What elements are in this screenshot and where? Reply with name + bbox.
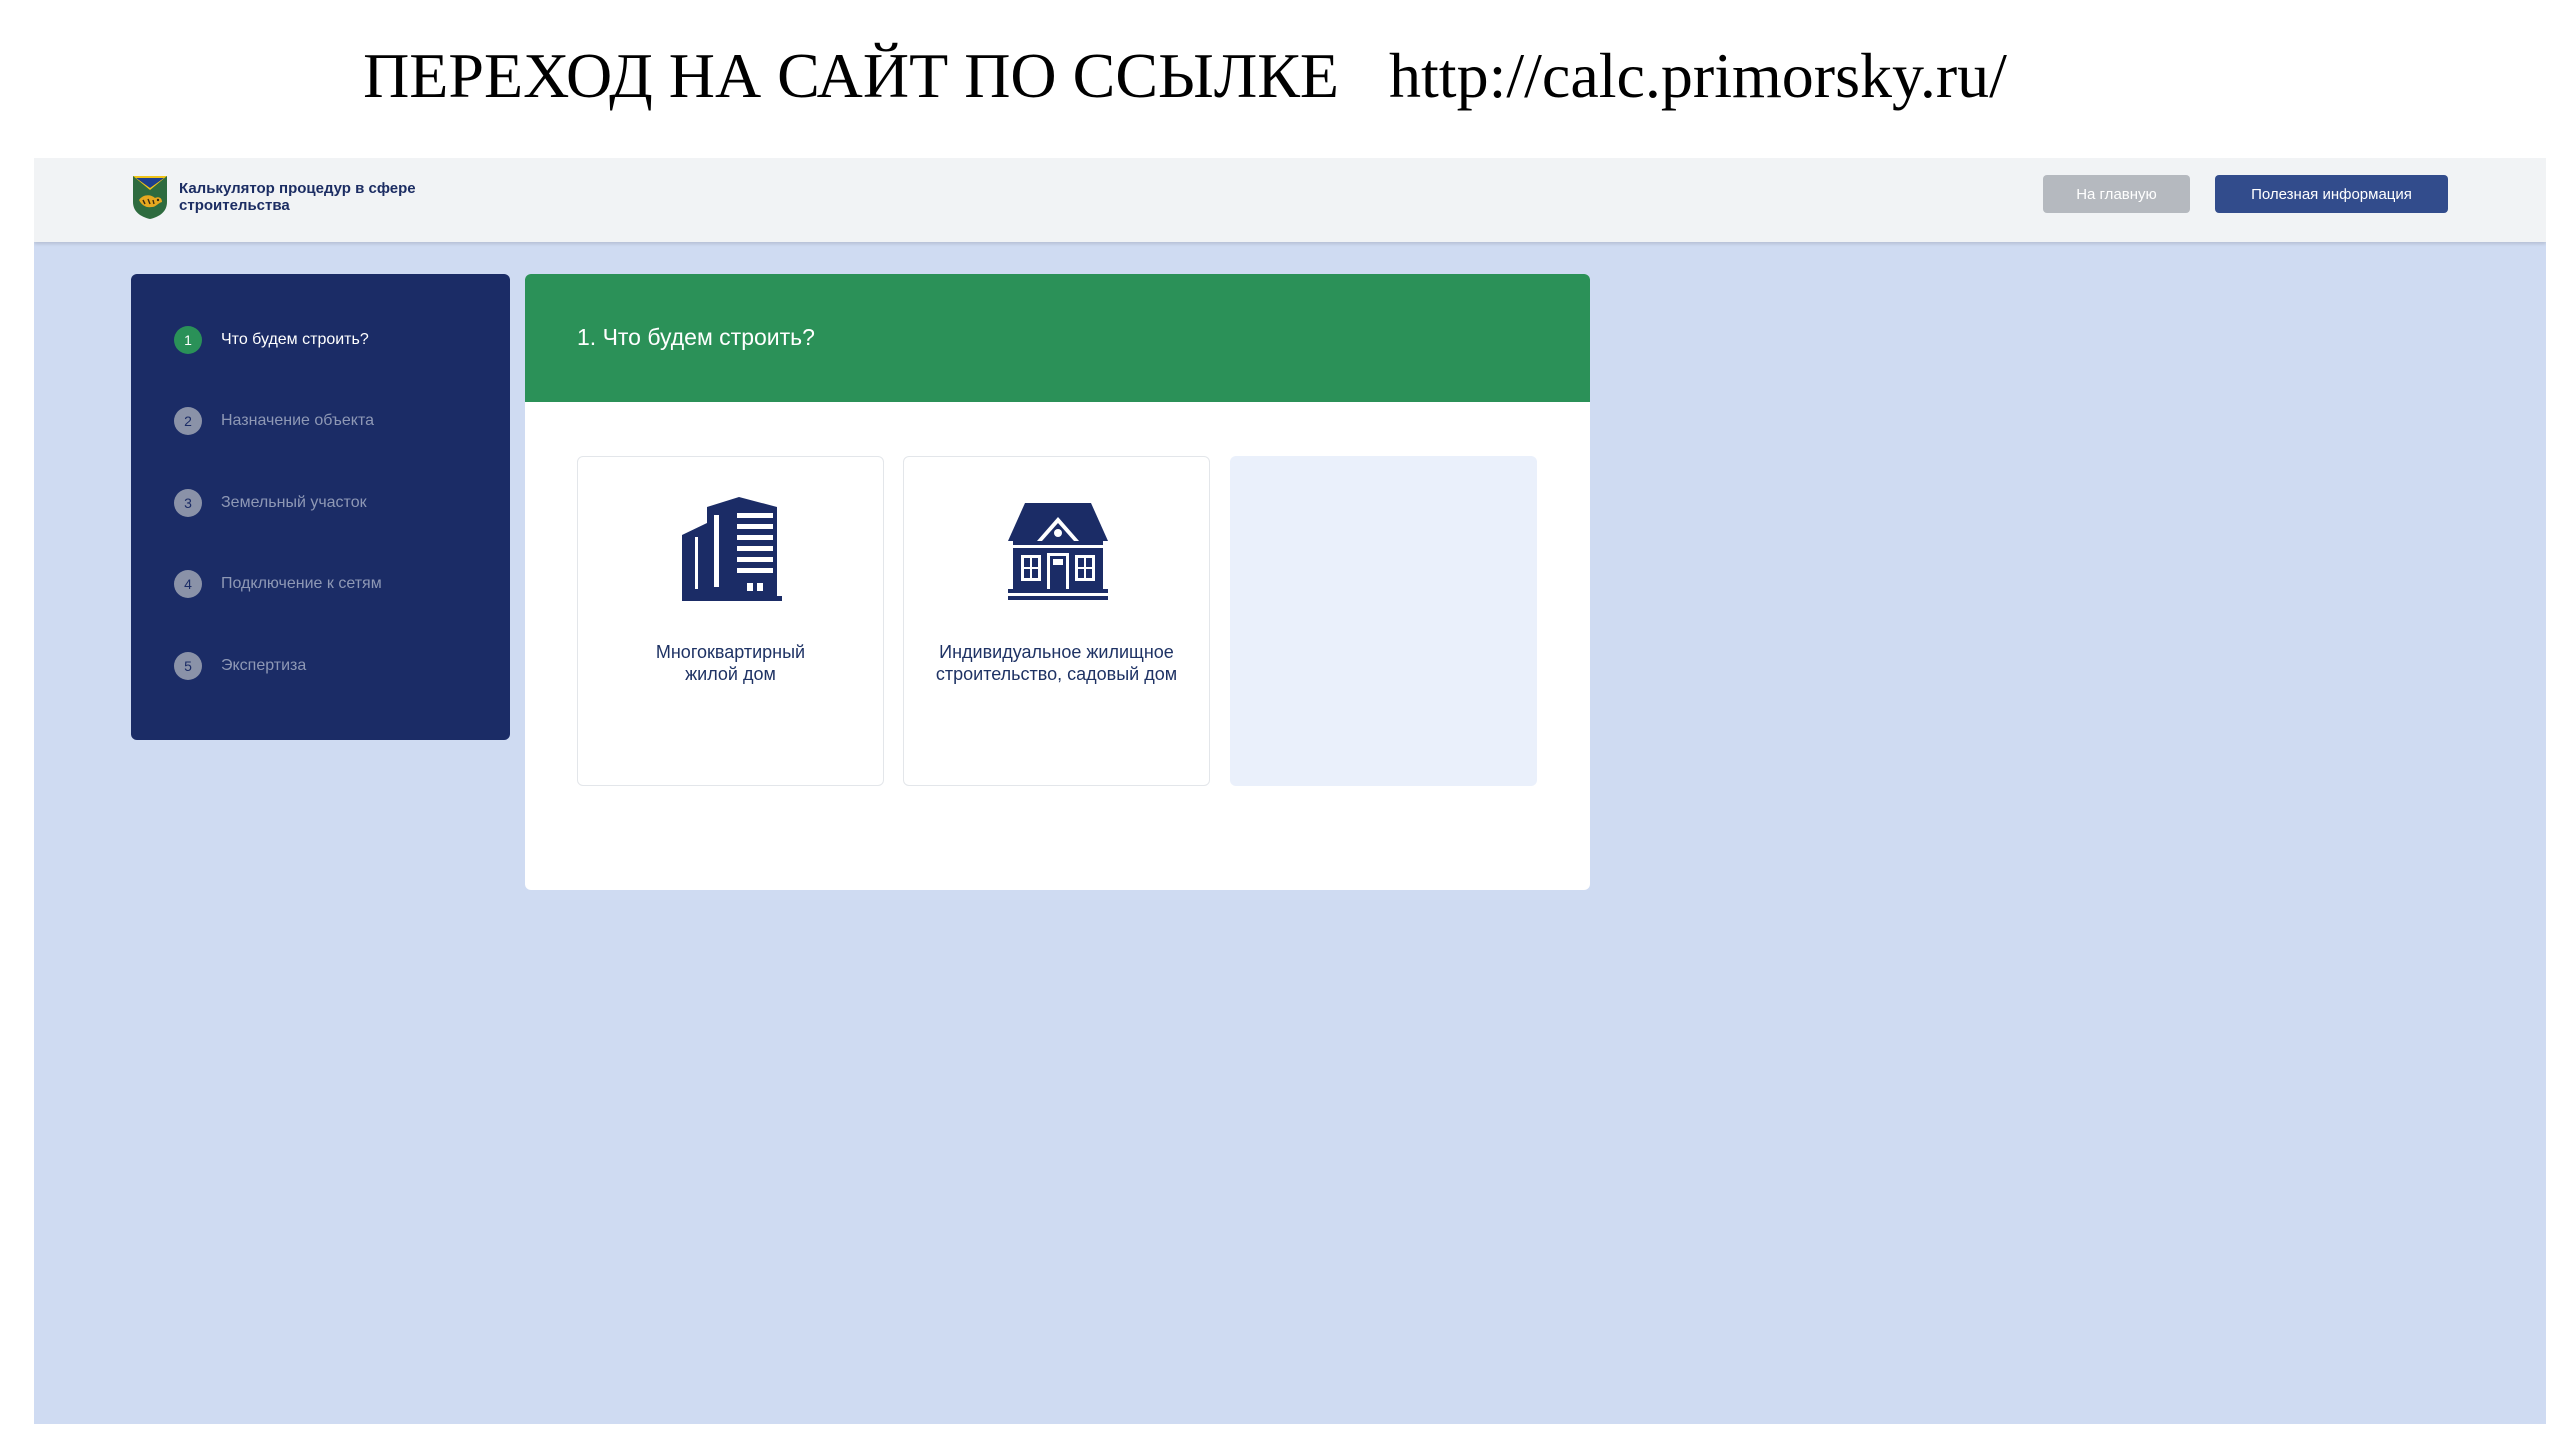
coat-of-arms-icon bbox=[133, 176, 167, 219]
step-label: Назначение объекта bbox=[221, 412, 374, 429]
step-number: 4 bbox=[174, 570, 202, 598]
browser-screenshot: Калькулятор процедур в сфере строительст… bbox=[34, 158, 2546, 1424]
step-label: Экспертиза bbox=[221, 657, 307, 674]
slide-url-text: http://calc.primorsky.ru/ bbox=[1389, 40, 2007, 111]
step-item-5[interactable]: 5 Экспертиза bbox=[174, 651, 306, 681]
step-number: 3 bbox=[174, 489, 202, 517]
site-brand[interactable]: Калькулятор процедур в сфере строительст… bbox=[131, 174, 469, 220]
option-card-empty bbox=[1230, 456, 1537, 786]
home-button[interactable]: На главную bbox=[2043, 175, 2190, 213]
question-title: 1. Что будем строить? bbox=[577, 324, 815, 350]
step-number: 5 bbox=[174, 652, 202, 680]
site-header: Калькулятор процедур в сфере строительст… bbox=[34, 158, 2546, 242]
step-item-2[interactable]: 2 Назначение объекта bbox=[174, 406, 374, 436]
step-number: 1 bbox=[174, 326, 202, 354]
panel-header: 1. Что будем строить? bbox=[525, 274, 1590, 402]
step-item-3[interactable]: 3 Земельный участок bbox=[174, 488, 367, 518]
step-label: Подключение к сетям bbox=[221, 575, 382, 592]
step-label: Что будем строить? bbox=[221, 331, 369, 348]
option-card-apartment-building[interactable]: Многоквартирный жилой дом bbox=[577, 456, 884, 786]
step-number: 2 bbox=[174, 407, 202, 435]
step-item-1[interactable]: 1 Что будем строить? bbox=[174, 325, 369, 355]
useful-info-button[interactable]: Полезная информация bbox=[2215, 175, 2448, 213]
question-panel: 1. Что будем строить? Многоквартирный жи… bbox=[525, 274, 1590, 890]
slide-heading: ПЕРЕХОД НА САЙТ ПО ССЫЛКЕ http://calc.pr… bbox=[0, 34, 2560, 118]
option-card-individual-house[interactable]: Индивидуальное жилищное строительство, с… bbox=[903, 456, 1210, 786]
option-label: Индивидуальное жилищное строительство, с… bbox=[935, 642, 1178, 684]
house-icon bbox=[1008, 503, 1108, 600]
step-item-4[interactable]: 4 Подключение к сетям bbox=[174, 569, 382, 599]
steps-sidebar: 1 Что будем строить? 2 Назначение объект… bbox=[131, 274, 510, 740]
slide-title-text: ПЕРЕХОД НА САЙТ ПО ССЫЛКЕ bbox=[363, 40, 1339, 111]
app-title: Калькулятор процедур в сфере строительст… bbox=[179, 180, 416, 214]
step-label: Земельный участок bbox=[221, 494, 367, 511]
apartment-building-icon bbox=[682, 497, 782, 601]
option-label: Многоквартирный жилой дом bbox=[655, 642, 806, 684]
